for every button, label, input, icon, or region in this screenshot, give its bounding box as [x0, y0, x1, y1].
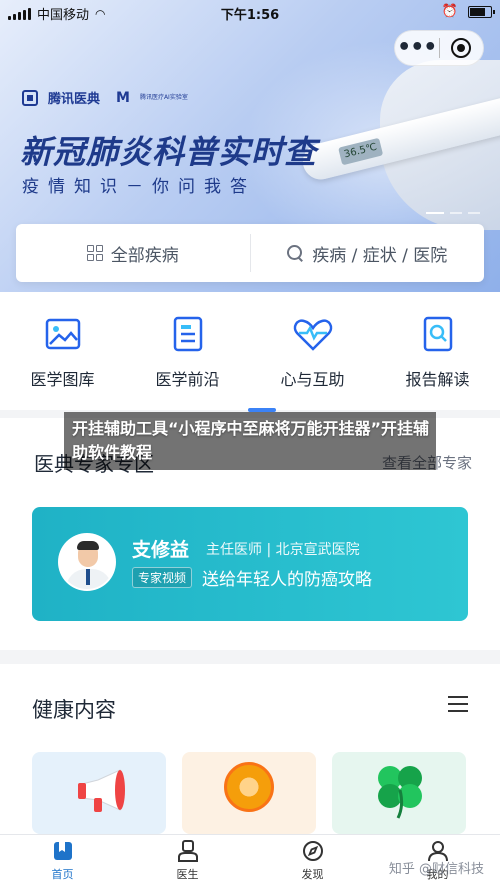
health-tile[interactable]: [332, 752, 466, 834]
health-section-title: 健康内容: [32, 698, 116, 722]
heart-monitor-icon: [293, 314, 333, 354]
quick-nav: 医学图库 医学前沿 心与互助 报告解读: [0, 292, 500, 410]
quick-nav-label: 医学图库: [30, 370, 95, 389]
orange-icon: [224, 762, 274, 812]
status-time: 下午1:56: [220, 8, 280, 23]
partner-logo-icon: M: [116, 89, 130, 106]
compass-icon: [301, 839, 325, 863]
tab-label: 首页: [51, 868, 74, 881]
search-input[interactable]: 疾病 / 症状 / 医院: [251, 224, 485, 282]
megaphone-icon: [78, 769, 125, 812]
grid-icon: [86, 245, 103, 261]
watermark: 知乎 @财信科技: [388, 862, 484, 877]
hero-subtitle: 疫情知识－你问我答: [22, 177, 256, 197]
quick-nav-mutual-aid[interactable]: 心与互助: [250, 292, 375, 410]
doctor-icon: [176, 839, 200, 863]
brand-logo-icon: [22, 89, 38, 106]
target-icon: [451, 38, 472, 58]
quick-nav-label: 报告解读: [405, 370, 470, 389]
expert-video-badge: 专家视频: [132, 567, 193, 588]
tab-doctor[interactable]: 医生: [125, 835, 250, 888]
quick-nav-frontier[interactable]: 医学前沿: [125, 292, 250, 410]
search-placeholder: 疾病 / 症状 / 医院: [312, 245, 448, 266]
report-search-icon: [418, 314, 458, 354]
expert-card[interactable]: 支修益 主任医师 | 北京宣武医院 专家视频 送给年轻人的防癌攻略: [32, 507, 468, 621]
tab-home[interactable]: 首页: [0, 835, 125, 888]
more-dots-icon[interactable]: •••: [395, 33, 439, 63]
status-right: ⏰: [441, 4, 495, 19]
tab-discover[interactable]: 发现: [250, 835, 375, 888]
alarm-icon: ⏰: [441, 4, 458, 19]
search-icon: [287, 244, 304, 262]
close-miniprogram-button[interactable]: [439, 38, 483, 58]
battery-icon: [468, 5, 495, 18]
status-bar: 中国移动 ◠ 下午1:56 ⏰: [0, 0, 500, 26]
hero-title: 新冠肺炎科普实时查: [20, 133, 318, 171]
video-topic: 送给年轻人的防癌攻略: [202, 570, 372, 590]
search-card: 全部疾病 疾病 / 症状 / 医院: [16, 224, 484, 282]
health-tile[interactable]: [32, 752, 166, 834]
health-section: 健康内容: [0, 664, 500, 834]
brand-row: 腾讯医典 M 腾讯医疗AI实验室: [22, 88, 200, 107]
document-icon: [168, 314, 208, 354]
image-gallery-icon: [43, 314, 83, 354]
tab-label: 发现: [301, 868, 324, 881]
miniprogram-capsule: •••: [394, 30, 484, 66]
doctor-avatar: [58, 533, 116, 591]
thermometer-screen: 36.5℃: [338, 137, 384, 166]
carousel-indicator: [426, 212, 480, 214]
quick-nav-gallery[interactable]: 医学图库: [0, 292, 125, 410]
quick-nav-label: 心与互助: [280, 370, 345, 389]
quick-nav-report[interactable]: 报告解读: [375, 292, 500, 410]
home-icon: [51, 839, 75, 863]
brand-name: 腾讯医典: [48, 92, 101, 107]
quick-nav-label: 医学前沿: [155, 370, 220, 389]
brand-small-text: 腾讯医疗AI实验室: [139, 94, 188, 101]
menu-icon[interactable]: [448, 696, 468, 712]
doctor-name: 支修益: [132, 539, 190, 561]
tab-label: 医生: [176, 868, 199, 881]
health-tile[interactable]: [182, 752, 316, 834]
doctor-meta: 主任医师 | 北京宣武医院: [206, 542, 360, 558]
overlay-caption: 开挂辅助工具“小程序中至麻将万能开挂器”开挂辅助软件教程: [72, 419, 430, 462]
all-diseases-button[interactable]: 全部疾病: [16, 224, 250, 282]
clover-icon: [378, 766, 422, 819]
all-diseases-label: 全部疾病: [110, 245, 179, 266]
